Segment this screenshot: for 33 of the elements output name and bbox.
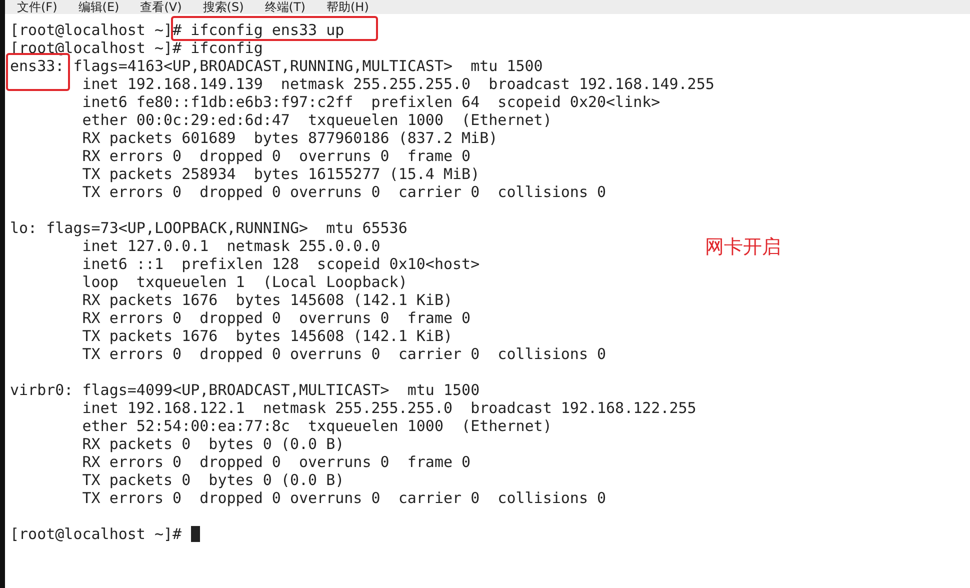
terminal-line: inet 192.168.122.1 netmask 255.255.255.0 broadcast 192.168.122.255 bbox=[81, 399, 696, 417]
terminal-line: TX packets 258934 bytes 16155277 (15.4 MiB) bbox=[81, 165, 480, 183]
terminal-prompt: [root@localhost ~]# bbox=[10, 525, 182, 543]
annotation-text: 网卡开启 bbox=[705, 235, 781, 260]
menu-item[interactable]: 查看(V) bbox=[140, 0, 182, 14]
terminal-line: ether 52:54:00:ea:77:8c txqueuelen 1000 (Ethernet) bbox=[81, 417, 552, 435]
terminal-line: TX packets 1676 bytes 145608 (142.1 KiB) bbox=[81, 327, 453, 345]
terminal-text: flags=4163<UP,BROADCAST,RUNNING,MULTICAST> mtu 1500 bbox=[72, 57, 543, 75]
terminal-line: ether 00:0c:29:ed:6d:47 txqueuelen 1000 (Ethernet) bbox=[81, 111, 552, 129]
terminal-line: RX errors 0 dropped 0 overruns 0 frame 0 bbox=[81, 309, 471, 327]
terminal-line: RX errors 0 dropped 0 overruns 0 frame 0 bbox=[81, 147, 471, 165]
terminal-line: TX errors 0 dropped 0 overruns 0 carrier 0 collisions 0 bbox=[81, 183, 606, 201]
terminal-line: RX errors 0 dropped 0 overruns 0 frame 0 bbox=[81, 453, 471, 471]
terminal-line: loop txqueuelen 1 (Local Loopback) bbox=[81, 273, 408, 291]
terminal-line: TX errors 0 dropped 0 overruns 0 carrier 0 collisions 0 bbox=[81, 345, 606, 363]
terminal-text: [root@localhost ~] bbox=[10, 21, 173, 39]
terminal-line: TX packets 0 bytes 0 (0.0 B) bbox=[81, 471, 344, 489]
terminal-line: virbr0: flags=4099<UP,BROADCAST,MULTICAST> mtu 1500 bbox=[10, 381, 480, 399]
menu-item[interactable]: 终端(T) bbox=[264, 0, 306, 14]
terminal-line: RX packets 601689 bytes 877960186 (837.2 MiB) bbox=[81, 129, 498, 147]
terminal-line: inet 127.0.0.1 netmask 255.0.0.0 bbox=[81, 237, 380, 255]
menu-item[interactable]: 编辑(E) bbox=[78, 0, 120, 14]
terminal-line: inet6 fe80::f1db:e6b3:f97:c2ff prefixlen 64 scopeid 0x20<link> bbox=[81, 93, 660, 111]
highlighted-text: ens33: bbox=[6, 53, 70, 91]
terminal-line: TX errors 0 dropped 0 overruns 0 carrier 0 collisions 0 bbox=[81, 489, 606, 507]
terminal-line: RX packets 0 bytes 0 (0.0 B) bbox=[81, 435, 344, 453]
menu-item[interactable]: 帮助(H) bbox=[326, 0, 369, 14]
terminal-line: inet6 ::1 prefixlen 128 scopeid 0x10<host> bbox=[81, 255, 480, 273]
terminal-line: lo: flags=73<UP,LOOPBACK,RUNNING> mtu 65536 bbox=[10, 219, 408, 237]
menu-item[interactable]: 文件(F) bbox=[17, 0, 58, 14]
terminal-line: RX packets 1676 bytes 145608 (142.1 KiB) bbox=[81, 291, 453, 309]
menu-item[interactable]: 搜索(S) bbox=[202, 0, 244, 14]
terminal-line: inet 192.168.149.139 netmask 255.255.255.0 broadcast 192.168.149.255 bbox=[81, 75, 714, 93]
